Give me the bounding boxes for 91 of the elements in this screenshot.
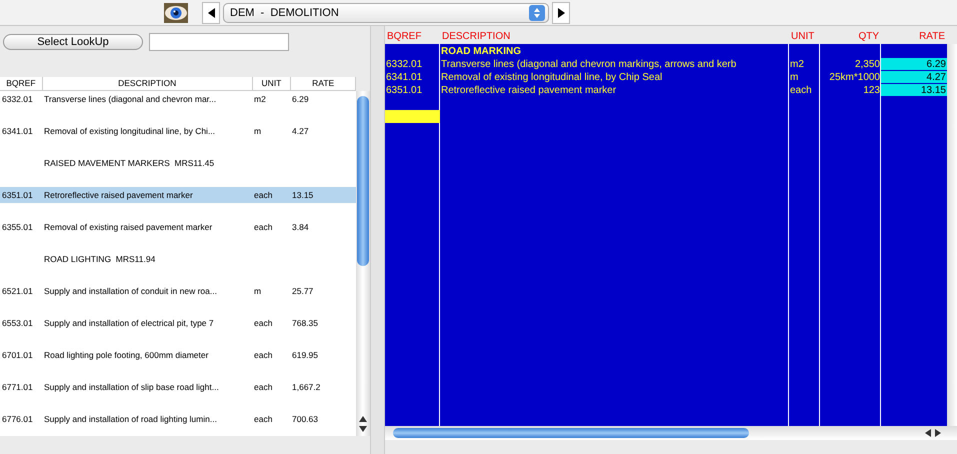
table-row[interactable]: 6341.01 Removal of existing longitudinal line, by Chi... m 4.27 xyxy=(0,123,356,155)
rate-field[interactable]: 6.29 xyxy=(881,58,947,71)
unit-cell-text: each xyxy=(253,317,274,330)
column-header[interactable]: QTY xyxy=(820,30,881,44)
table-row[interactable]: 6351.01 Retroreflective raised pavement marker each 13.15 xyxy=(0,187,356,203)
description-cell-text: Transverse lines (diagonal and chevron mar... xyxy=(43,93,218,106)
bqref-cell-text: 6553.01 xyxy=(1,317,34,330)
lookup-field[interactable] xyxy=(149,33,289,51)
table-row[interactable]: ROAD LIGHTING MRS11.94 xyxy=(0,251,356,283)
qty-cell-text: 123 xyxy=(862,84,881,97)
bqref-cell-text: 6351.01 xyxy=(1,189,34,202)
unit-cell-text: m xyxy=(253,125,262,138)
unit-cell-text: m2 xyxy=(253,93,267,106)
bqref-cell-text: 6355.01 xyxy=(1,221,34,234)
scroll-thumb[interactable] xyxy=(393,428,749,438)
unit-cell-text: each xyxy=(789,84,813,97)
column-header[interactable]: DESCRIPTION xyxy=(42,77,253,90)
eye-icon[interactable] xyxy=(164,2,188,22)
bqref-cell-text: 6341.01 xyxy=(385,71,424,84)
horizontal-scrollbar[interactable] xyxy=(385,426,957,440)
scroll-thumb[interactable] xyxy=(357,96,369,266)
bqref-cell-text: 6701.01 xyxy=(1,349,34,362)
unit-cell-text: m xyxy=(789,71,800,84)
unit-cell-text: each xyxy=(253,381,274,394)
column-header[interactable]: RATE xyxy=(291,77,356,90)
bqref-cell-text: 6771.01 xyxy=(1,381,34,394)
table-row[interactable]: 6701.01 Road lighting pole footing, 600mm diameter each 619.95 xyxy=(0,347,356,379)
unit-cell-text: m xyxy=(253,285,262,298)
description-cell-text: Road lighting pole footing, 600mm diameter xyxy=(43,349,210,362)
description-cell-text: Supply and installation of road lighting lumin... xyxy=(43,413,218,426)
unit-cell-text: each xyxy=(253,413,274,426)
rate-cell-text: 25.77 xyxy=(291,285,314,298)
rate-cell-text: 1,667.2 xyxy=(291,381,322,394)
column-header[interactable]: DESCRIPTION xyxy=(440,30,789,44)
bqref-cell-text: 6332.01 xyxy=(1,93,34,106)
column-header[interactable]: UNIT xyxy=(789,30,820,44)
column-header[interactable]: BQREF xyxy=(385,30,440,44)
unit-cell-text: each xyxy=(253,221,274,234)
bqref-cell-text: 6351.01 xyxy=(385,84,424,97)
table-row[interactable]: 6355.01 Removal of existing raised pavement marker each 3.84 xyxy=(0,219,356,251)
column-header[interactable]: BQREF xyxy=(0,77,43,90)
qty-cell-text: 2,350 xyxy=(854,58,881,71)
table-row[interactable]: 6332.01 Transverse lines (diagonal and chevron mar... m2 6.29 xyxy=(0,91,356,123)
description-cell-text: Retroreflective raised pavement marker xyxy=(440,84,618,97)
qty-cell-text: 25km*1000 xyxy=(828,71,881,84)
section-heading: ROAD MARKING xyxy=(440,45,522,58)
vertical-scrollbar[interactable] xyxy=(947,44,957,426)
new-row-cell[interactable] xyxy=(385,110,440,123)
unit-cell-text: each xyxy=(253,349,274,362)
unit-cell-text: m2 xyxy=(789,58,805,71)
description-cell-text: Removal of existing longitudinal line, by Chip Seal xyxy=(440,71,664,84)
left-arrow-icon xyxy=(208,8,214,18)
next-button[interactable] xyxy=(552,2,570,24)
description-cell-text: Transverse lines (diagonal and chevron markings, arrows and kerb xyxy=(440,58,738,71)
table-row[interactable]: 6553.01 Supply and installation of electrical pit, type 7 each 768.35 xyxy=(0,315,356,347)
unit-cell-text: each xyxy=(253,189,274,202)
table-row[interactable]: RAISED MAVEMENT MARKERS MRS11.45 xyxy=(0,155,356,187)
rate-cell-text: 4.27 xyxy=(291,125,310,138)
description-cell-text: Removal of existing longitudinal line, by Chi... xyxy=(43,125,216,138)
rate-field[interactable]: 4.27 xyxy=(881,71,947,84)
rate-cell-text: 768.35 xyxy=(291,317,319,330)
rate-cell-text: 6.29 xyxy=(291,93,310,106)
group-heading: RAISED MAVEMENT MARKERS MRS11.45 xyxy=(43,157,214,170)
dropdown-arrows-icon xyxy=(529,4,545,20)
table-row[interactable]: 6521.01 Supply and installation of conduit in new roa... m 25.77 xyxy=(0,283,356,315)
bqref-cell-text: 6332.01 xyxy=(385,58,424,71)
rate-cell-text: 13.15 xyxy=(291,189,314,202)
rate-field[interactable]: 13.15 xyxy=(881,84,947,97)
scroll-arrows-icon[interactable] xyxy=(923,429,943,437)
group-heading: ROAD LIGHTING MRS11.94 xyxy=(43,253,156,266)
description-cell-text: Supply and installation of conduit in new roa... xyxy=(43,285,218,298)
scroll-arrows-icon[interactable] xyxy=(359,414,367,434)
rate-cell-text: 3.84 xyxy=(291,221,310,234)
rate-cell-text: 700.63 xyxy=(291,413,319,426)
select-lookup-button[interactable]: Select LookUp xyxy=(3,34,143,50)
column-header[interactable]: UNIT xyxy=(252,77,292,90)
right-arrow-icon xyxy=(558,8,564,18)
table-row[interactable]: 6776.01 Supply and installation of road lighting lumin... each 700.63 xyxy=(0,411,356,443)
vertical-scrollbar[interactable] xyxy=(356,91,370,436)
table-row[interactable]: 6771.01 Supply and installation of slip base road light... each 1,667.2 xyxy=(0,379,356,411)
bqref-cell-text: 6521.01 xyxy=(1,285,34,298)
bqref-cell-text: 6341.01 xyxy=(1,125,34,138)
bqref-cell-text: 6776.01 xyxy=(1,413,34,426)
category-dropdown[interactable]: DEM - DEMOLITION xyxy=(223,2,549,22)
previous-button[interactable] xyxy=(202,2,220,24)
description-cell-text: Removal of existing raised pavement marker xyxy=(43,221,214,234)
description-cell-text: Supply and installation of electrical pit, type 7 xyxy=(43,317,215,330)
rate-cell-text: 619.95 xyxy=(291,349,319,362)
description-cell-text: Retroreflective raised pavement marker xyxy=(43,189,194,202)
column-header[interactable]: RATE xyxy=(881,30,947,44)
description-cell-text: Supply and installation of slip base road light... xyxy=(43,381,220,394)
